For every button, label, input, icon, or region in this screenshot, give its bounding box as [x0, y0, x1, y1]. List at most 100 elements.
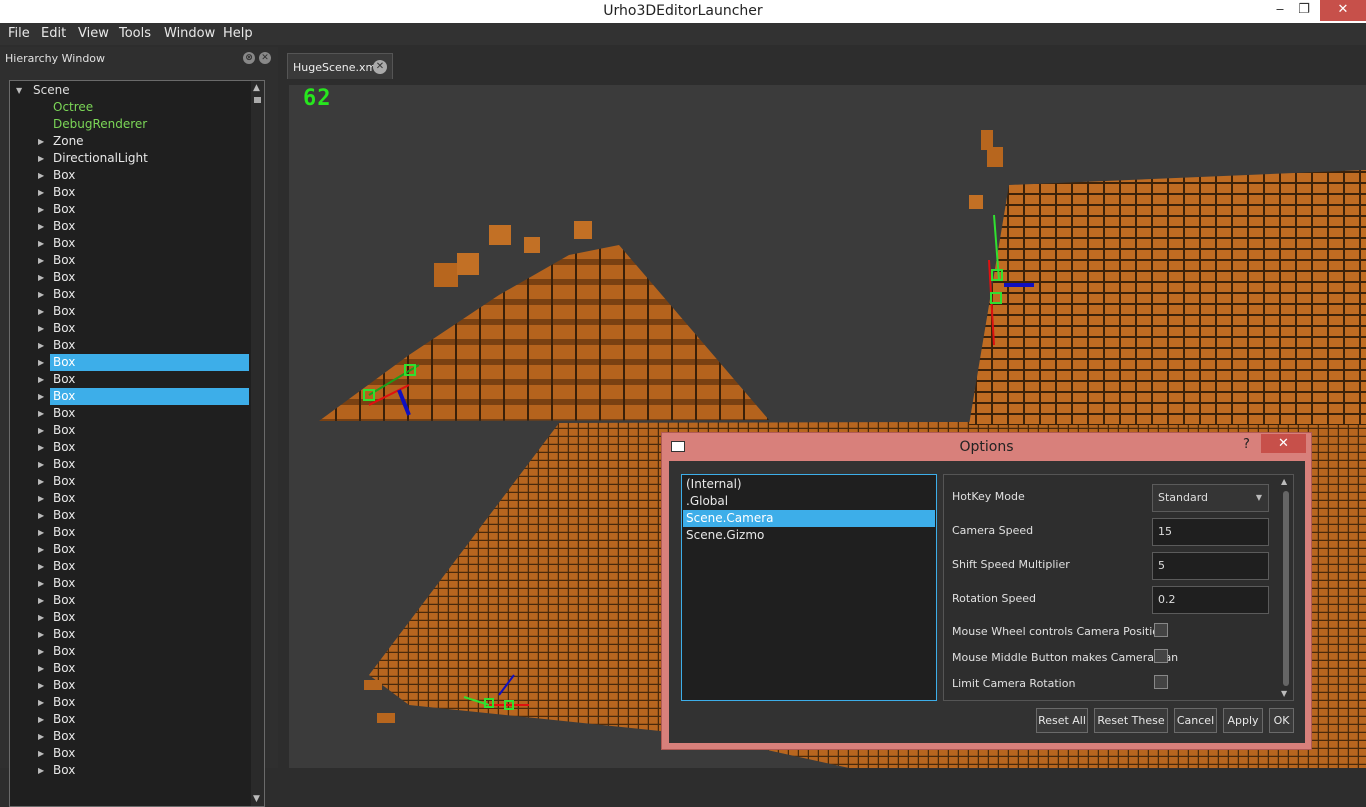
tree-item[interactable]: ▶ Box — [10, 660, 250, 677]
tree-item[interactable]: ▶ Box — [10, 507, 250, 524]
expand-arrow-icon[interactable]: ▶ — [38, 439, 48, 456]
expand-arrow-icon[interactable]: ▶ — [38, 303, 48, 320]
tree-item[interactable]: ▶ Box — [10, 235, 250, 252]
tree-item[interactable]: ▶ Box — [10, 677, 250, 694]
expand-arrow-icon[interactable]: ▶ — [38, 320, 48, 337]
expand-arrow-icon[interactable]: ▶ — [38, 694, 48, 711]
expand-arrow-icon[interactable]: ▶ — [38, 558, 48, 575]
category-list[interactable]: (Internal) .Global Scene.Camera Scene.Gi… — [681, 474, 937, 701]
menu-view[interactable]: View — [78, 26, 109, 41]
expand-arrow-icon[interactable]: ▶ — [38, 507, 48, 524]
camera-speed-input[interactable]: 15 — [1152, 518, 1269, 546]
tree-item[interactable]: ▶ Box — [10, 354, 250, 371]
tree-item[interactable]: ▶ Box — [10, 728, 250, 745]
expand-arrow-icon[interactable]: ▶ — [38, 762, 48, 779]
expand-arrow-icon[interactable]: ▶ — [38, 354, 48, 371]
tree-item[interactable]: ▶ Box — [10, 269, 250, 286]
tree-item[interactable]: ▶ Box — [10, 541, 250, 558]
tree-item[interactable]: ▶ Box — [10, 745, 250, 762]
expand-arrow-icon[interactable]: ▶ — [38, 626, 48, 643]
menu-file[interactable]: File — [8, 26, 30, 41]
expand-arrow-icon[interactable]: ▶ — [38, 405, 48, 422]
scroll-thumb[interactable] — [1283, 491, 1289, 686]
category-item-global[interactable]: .Global — [683, 493, 935, 510]
expand-arrow-icon[interactable]: ▶ — [38, 371, 48, 388]
menu-help[interactable]: Help — [223, 26, 253, 41]
menu-tools[interactable]: Tools — [119, 26, 151, 41]
expand-arrow-icon[interactable]: ▶ — [38, 711, 48, 728]
rotation-speed-input[interactable]: 0.2 — [1152, 586, 1269, 614]
expand-arrow-icon[interactable]: ▶ — [38, 235, 48, 252]
tree-item[interactable]: ▶ Box — [10, 218, 250, 235]
scroll-up-icon[interactable]: ▲ — [253, 83, 260, 93]
tree-item[interactable]: ▶ Box — [10, 626, 250, 643]
scroll-thumb[interactable] — [254, 97, 261, 103]
expand-arrow-icon[interactable]: ▶ — [38, 575, 48, 592]
expand-arrow-icon[interactable]: ▶ — [38, 592, 48, 609]
shift-speed-multiplier-input[interactable]: 5 — [1152, 552, 1269, 580]
tree-item[interactable]: ▶ Zone — [10, 133, 250, 150]
expand-arrow-icon[interactable]: ▶ — [38, 524, 48, 541]
maximize-button[interactable]: ❐ — [1289, 0, 1319, 21]
tree-item[interactable]: ▶ Box — [10, 762, 250, 779]
expand-arrow-icon[interactable]: ▶ — [38, 422, 48, 439]
expand-arrow-icon[interactable]: ▶ — [38, 643, 48, 660]
tree-item[interactable]: ▶ Box — [10, 286, 250, 303]
category-item-internal[interactable]: (Internal) — [683, 476, 935, 493]
tree-item[interactable]: ▶ Box — [10, 694, 250, 711]
expand-arrow-icon[interactable]: ▶ — [38, 184, 48, 201]
tree-item[interactable]: ▶ Box — [10, 609, 250, 626]
tree-item[interactable]: ▶ Box — [10, 575, 250, 592]
tree-item[interactable]: ▶ Box — [10, 473, 250, 490]
tree-item[interactable]: Octree — [10, 99, 250, 116]
expand-arrow-icon[interactable]: ▶ — [38, 660, 48, 677]
tree-item[interactable]: ▶ Box — [10, 711, 250, 728]
category-item-scene-camera[interactable]: Scene.Camera — [683, 510, 935, 527]
tree-item[interactable]: ▶ Box — [10, 388, 250, 405]
category-item-scene-gizmo[interactable]: Scene.Gizmo — [683, 527, 935, 544]
expand-arrow-icon[interactable]: ▶ — [38, 677, 48, 694]
dialog-title-bar[interactable]: Options ? ✕ — [662, 433, 1311, 461]
scroll-up-icon[interactable]: ▲ — [1281, 477, 1287, 486]
tree-item[interactable]: ▶ Box — [10, 643, 250, 660]
expand-arrow-icon[interactable]: ▶ — [38, 473, 48, 490]
float-panel-button[interactable]: ⊗ — [243, 52, 255, 64]
expand-arrow-icon[interactable]: ▶ — [38, 252, 48, 269]
expand-arrow-icon[interactable]: ▶ — [38, 541, 48, 558]
menu-edit[interactable]: Edit — [41, 26, 66, 41]
settings-scrollbar[interactable]: ▲ ▼ — [1281, 477, 1291, 698]
tree-item[interactable]: ▶ Box — [10, 405, 250, 422]
expand-arrow-icon[interactable]: ▶ — [38, 728, 48, 745]
reset-these-button[interactable]: Reset These — [1094, 708, 1168, 733]
expand-arrow-icon[interactable]: ▶ — [38, 218, 48, 235]
tree-item[interactable]: ▶ Box — [10, 524, 250, 541]
apply-button[interactable]: Apply — [1223, 708, 1263, 733]
tree-item[interactable]: ▶ Box — [10, 201, 250, 218]
mouse-middle-checkbox[interactable] — [1154, 649, 1168, 663]
tree-item[interactable]: ▶ Box — [10, 337, 250, 354]
tree-item[interactable]: ▶ Box — [10, 371, 250, 388]
tree-item[interactable]: ▶ Box — [10, 558, 250, 575]
tree-item[interactable]: DebugRenderer — [10, 116, 250, 133]
scroll-down-icon[interactable]: ▼ — [253, 794, 260, 804]
hotkey-mode-select[interactable]: Standard ▼ — [1152, 484, 1269, 512]
help-button[interactable]: ? — [1243, 437, 1250, 452]
tree-root-scene[interactable]: ▼ Scene — [10, 82, 250, 99]
tree-item[interactable]: ▶ Box — [10, 422, 250, 439]
scroll-down-icon[interactable]: ▼ — [1281, 689, 1287, 698]
tree-item[interactable]: ▶ Box — [10, 303, 250, 320]
tree-scrollbar[interactable]: ▲ ▼ — [251, 81, 264, 806]
collapse-arrow-icon[interactable]: ▼ — [16, 82, 26, 99]
cancel-button[interactable]: Cancel — [1174, 708, 1217, 733]
limit-rotation-checkbox[interactable] — [1154, 675, 1168, 689]
close-panel-button[interactable]: ✕ — [259, 52, 271, 64]
mouse-wheel-checkbox[interactable] — [1154, 623, 1168, 637]
close-button[interactable]: ✕ — [1320, 0, 1366, 21]
tab-close-icon[interactable]: ✕ — [373, 60, 387, 74]
expand-arrow-icon[interactable]: ▶ — [38, 609, 48, 626]
dialog-close-button[interactable]: ✕ — [1261, 434, 1306, 453]
tree-item[interactable]: ▶ Box — [10, 592, 250, 609]
tree-item[interactable]: ▶ Box — [10, 439, 250, 456]
reset-all-button[interactable]: Reset All — [1036, 708, 1088, 733]
expand-arrow-icon[interactable]: ▶ — [38, 388, 48, 405]
